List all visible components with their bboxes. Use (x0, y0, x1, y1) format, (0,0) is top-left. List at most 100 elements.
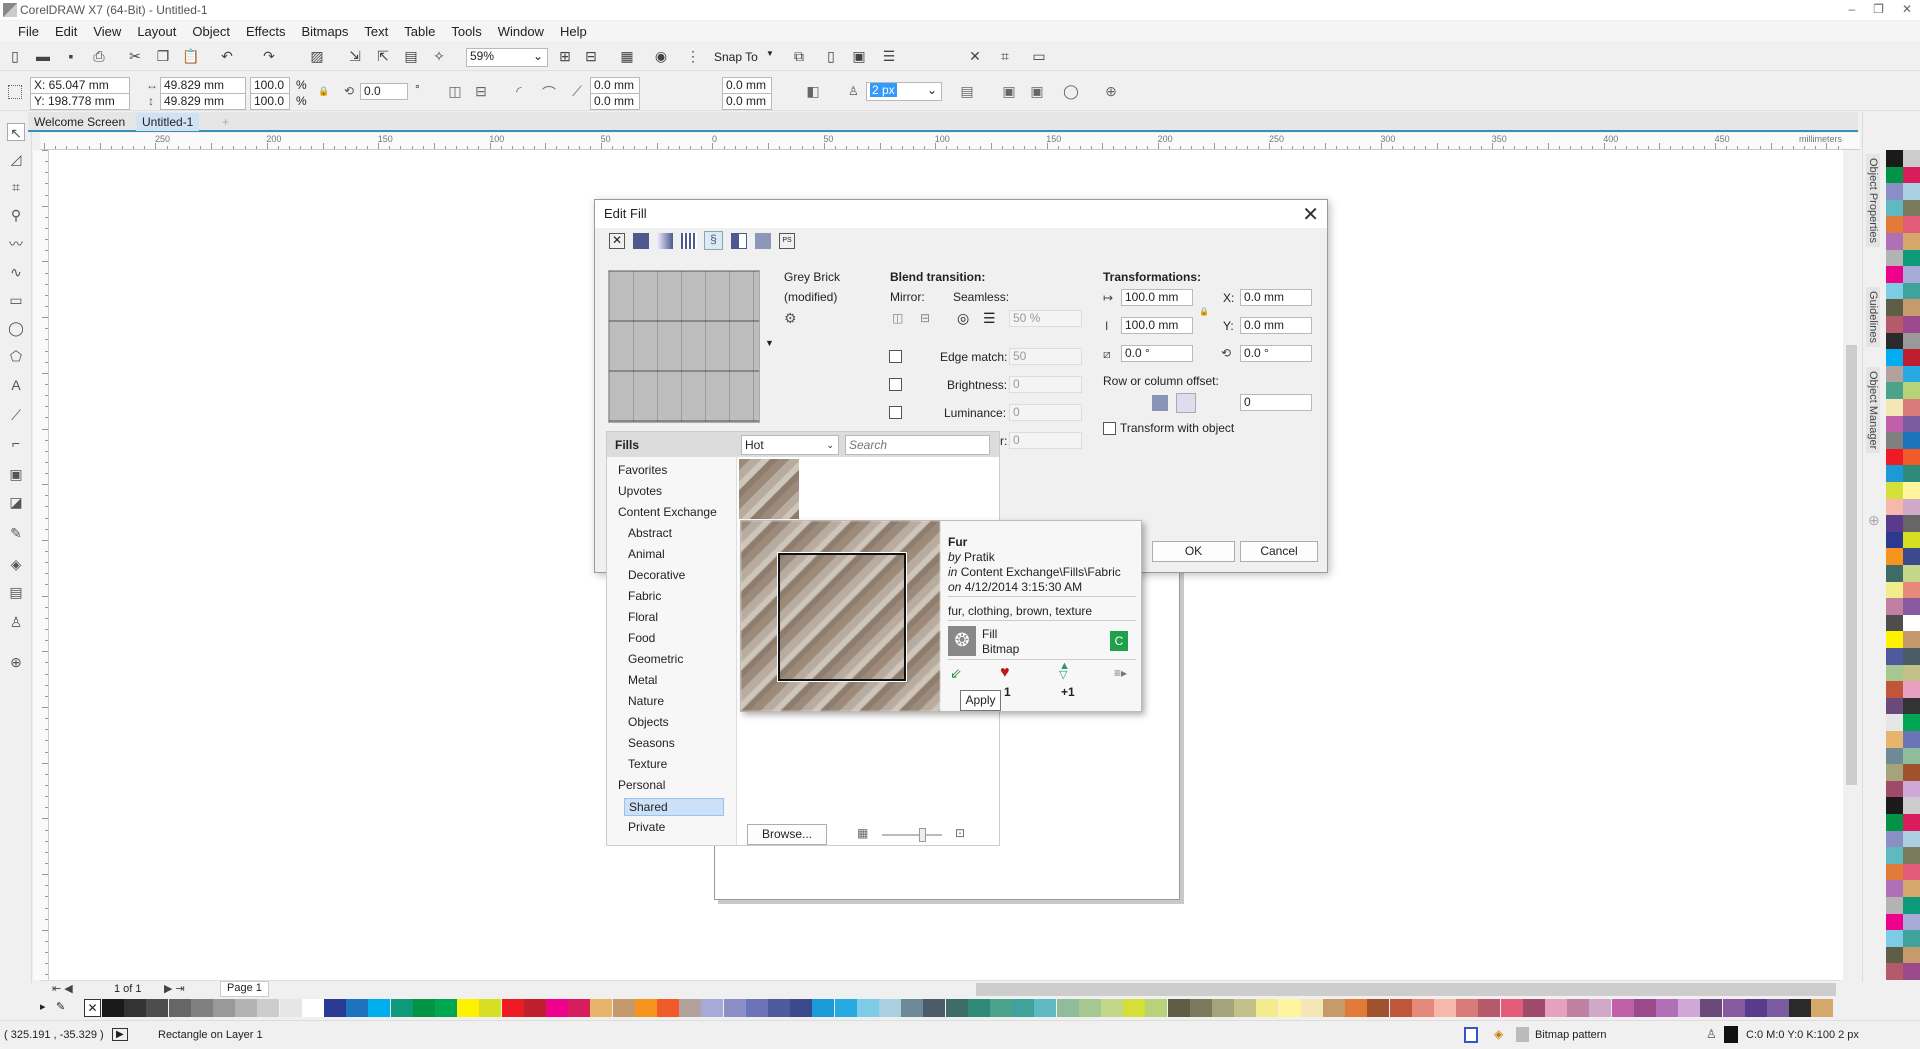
color-swatch[interactable] (1278, 999, 1301, 1017)
color-swatch[interactable] (1323, 999, 1345, 1017)
color-swatch[interactable] (1886, 731, 1903, 748)
color-swatch[interactable] (1886, 150, 1903, 167)
polygon-tool-icon[interactable]: ⬠ (7, 347, 25, 365)
fill-picker-dropdown-icon[interactable]: ▼ (765, 338, 774, 348)
color-swatch[interactable] (1903, 515, 1920, 532)
color-swatch[interactable] (1903, 166, 1920, 184)
category-item[interactable]: Texture (624, 756, 671, 772)
color-swatch[interactable] (1886, 299, 1903, 316)
color-swatch[interactable] (1903, 797, 1920, 814)
color-swatch[interactable] (1903, 233, 1920, 250)
zoom-level-select[interactable]: 59% ⌄ (466, 48, 548, 67)
scallop-corner-icon[interactable]: ⌒ (540, 83, 558, 101)
color-swatch[interactable] (1789, 999, 1812, 1017)
paste-icon[interactable]: 📋 (182, 48, 200, 66)
drop-shadow-icon[interactable]: ▣ (7, 465, 25, 483)
welcome-icon[interactable]: ⌗ (996, 48, 1014, 66)
color-swatch[interactable] (1886, 747, 1903, 765)
fill-height-field[interactable]: 100.0 mm (1121, 317, 1193, 334)
color-swatch[interactable] (1722, 999, 1745, 1017)
category-item[interactable]: Geometric (624, 651, 687, 667)
fill-indicator-icon[interactable] (1464, 1027, 1478, 1043)
horizontal-ruler[interactable]: millimeters 250 200 150 100 50 0 50 100 150 200 25… (40, 133, 1860, 150)
color-swatch[interactable] (745, 999, 768, 1017)
color-swatch[interactable] (1367, 999, 1390, 1017)
page-tab-1[interactable]: Page 1 (220, 981, 269, 997)
offset-field[interactable]: 0 (1240, 394, 1312, 411)
print-icon[interactable]: ⎙ (90, 48, 108, 66)
color-swatch[interactable] (1903, 432, 1920, 449)
redo-icon[interactable]: ↷ (260, 48, 278, 66)
color-swatch[interactable] (1903, 847, 1920, 864)
color-swatch[interactable] (1903, 714, 1920, 731)
color-swatch[interactable] (1903, 249, 1920, 267)
category-item[interactable]: Shared (624, 798, 724, 816)
corel-connect-icon[interactable]: ▨ (308, 48, 326, 66)
to-back-icon[interactable]: ▣ (1028, 83, 1046, 101)
color-swatch[interactable] (412, 999, 435, 1017)
fill-preview-swatch[interactable] (608, 270, 760, 423)
rotation-field[interactable]: 0.0 (360, 83, 408, 100)
color-swatch[interactable] (1903, 830, 1920, 848)
color-swatch[interactable] (1886, 332, 1903, 350)
menu-bitmaps[interactable]: Bitmaps (293, 24, 356, 39)
close-button[interactable]: ✕ (1902, 0, 1912, 18)
color-swatch[interactable] (1886, 631, 1903, 648)
color-swatch[interactable] (1886, 814, 1903, 831)
column-offset-button[interactable] (1176, 393, 1196, 413)
align-icon[interactable]: ☰ (880, 48, 898, 66)
corner-bottom-left-field[interactable]: 0.0 mm (590, 93, 640, 110)
color-swatch[interactable] (1903, 664, 1920, 682)
postscript-fill-button[interactable]: PS (779, 233, 795, 249)
more-options-icon[interactable]: ≡▸ (1114, 666, 1127, 680)
category-item[interactable]: Seasons (624, 735, 679, 751)
color-swatch[interactable] (945, 999, 968, 1017)
color-swatch[interactable] (1903, 316, 1920, 333)
outline-pen-icon[interactable]: ♙ (7, 613, 25, 631)
color-swatch[interactable] (1886, 399, 1903, 416)
menu-tools[interactable]: Tools (443, 24, 489, 39)
text-tool-icon[interactable]: A (7, 376, 25, 394)
height-field[interactable]: 49.829 mm (160, 93, 246, 110)
outline-width-select[interactable]: 2 px ⌄ (866, 82, 942, 101)
pick-tool-icon[interactable]: ↖ (7, 123, 25, 141)
color-swatch[interactable] (967, 999, 990, 1017)
color-swatch[interactable] (1145, 999, 1168, 1017)
color-swatch[interactable] (1903, 332, 1920, 350)
color-swatch[interactable] (834, 999, 857, 1017)
category-item[interactable]: Floral (624, 609, 662, 625)
menu-help[interactable]: Help (552, 24, 595, 39)
color-swatch[interactable] (1078, 999, 1101, 1017)
color-swatch[interactable] (1886, 598, 1903, 615)
linear-seamless-icon[interactable]: ☰ (983, 310, 996, 327)
apply-fill-icon[interactable]: ⇙ (950, 665, 962, 682)
color-swatch[interactable] (1886, 316, 1903, 333)
brightness-checkbox[interactable] (889, 378, 902, 391)
fill-y-field[interactable]: 0.0 mm (1240, 317, 1312, 334)
color-swatch[interactable] (1886, 482, 1903, 499)
color-swatch[interactable] (1903, 731, 1920, 748)
color-swatch[interactable] (1886, 531, 1903, 549)
maximize-button[interactable]: ❐ (1873, 0, 1884, 18)
menu-text[interactable]: Text (356, 24, 396, 39)
import-icon[interactable]: ⇲ (346, 48, 364, 66)
to-front-icon[interactable]: ▣ (1000, 83, 1018, 101)
fill-thumbnail-fur[interactable] (739, 459, 799, 519)
color-swatch[interactable] (523, 999, 546, 1017)
lock-ratio-icon[interactable]: 🔒 (318, 86, 329, 97)
fill-x-field[interactable]: 0.0 mm (1240, 289, 1312, 306)
color-swatch[interactable] (1886, 614, 1903, 632)
uniform-fill-button[interactable] (633, 233, 649, 249)
freehand-tool-icon[interactable]: 〰 (7, 235, 25, 253)
color-swatch[interactable] (1886, 714, 1903, 731)
minimize-button[interactable]: – (1848, 0, 1855, 18)
color-swatch[interactable] (1903, 565, 1920, 582)
radial-seamless-icon[interactable]: ◎ (957, 310, 969, 327)
color-swatch[interactable] (568, 999, 591, 1017)
texture-fill-button[interactable] (755, 233, 771, 249)
add-docker-icon[interactable]: ⊕ (1868, 512, 1880, 529)
color-swatch[interactable] (1903, 349, 1920, 366)
round-corner-icon[interactable]: ◜ (510, 83, 528, 101)
color-swatch[interactable] (1903, 399, 1920, 416)
color-swatch[interactable] (324, 999, 346, 1017)
